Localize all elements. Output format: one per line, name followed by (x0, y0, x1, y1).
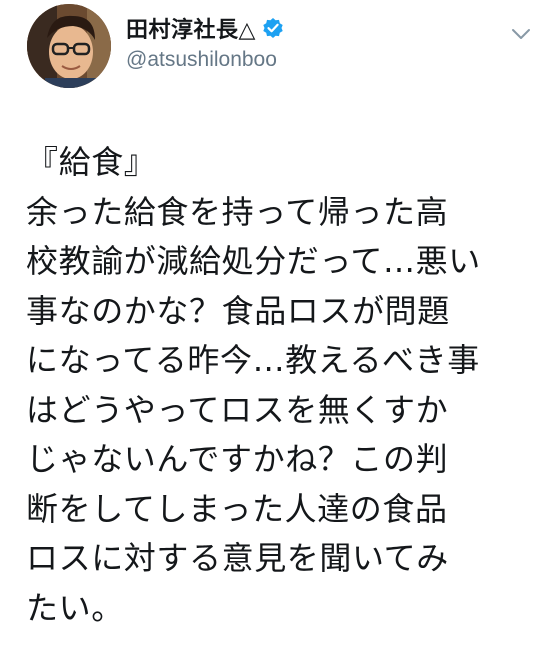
tweet-text-line: 事なのかな？食品ロスが問題 (26, 291, 450, 330)
profile-photo-icon (27, 4, 111, 88)
tweet-text-line: になってる昨今…教えるべき事 (26, 341, 480, 379)
tweet-card: 田村淳社長△ @atsushilonboo 『給食』 余った給食を持って帰った高… (0, 0, 555, 650)
tweet-text: 『給食』 余った給食を持って帰った高 校教諭が減給処分だって…悪い 事なのかな？… (26, 138, 541, 633)
verified-badge-icon (262, 17, 284, 39)
chevron-down-icon[interactable] (508, 24, 534, 44)
tweet-text-line: 余った給食を持って帰った高 (26, 192, 449, 231)
user-handle[interactable]: @atsushilonboo (126, 48, 486, 72)
display-name-row: 田村淳社長△ (126, 12, 486, 44)
tweet-text-line: ロスに対する意見を聞いてみ (26, 539, 449, 577)
avatar[interactable] (27, 4, 111, 88)
author-block: 田村淳社長△ @atsushilonboo (126, 12, 486, 72)
tweet-text-line: じゃないんですかね？この判 (26, 440, 449, 478)
tweet-text-line: たい。 (26, 588, 124, 627)
tweet-text-line: はどうやってロスを無くすか (26, 390, 449, 429)
display-name[interactable]: 田村淳社長△ (126, 12, 256, 44)
tweet-text-line: 『給食』 (26, 143, 157, 181)
tweet-text-line: 校教諭が減給処分だって…悪い (26, 242, 481, 280)
tweet-text-line: 断をしてしまった人達の食品 (26, 489, 448, 528)
